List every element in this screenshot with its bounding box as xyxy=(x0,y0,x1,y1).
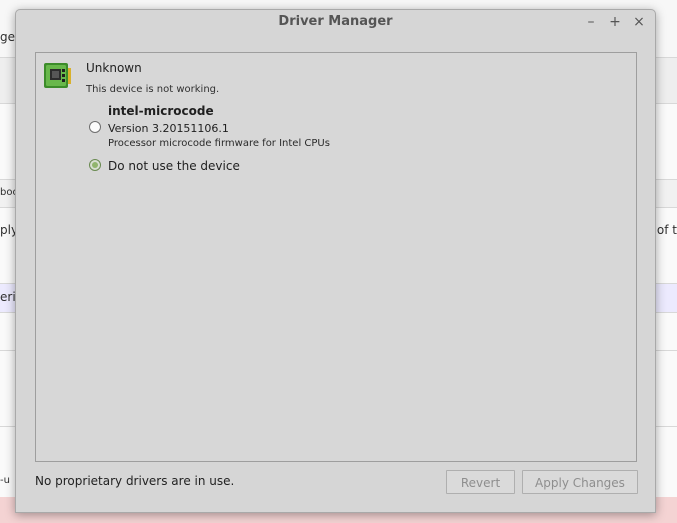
maximize-icon[interactable]: + xyxy=(607,13,623,31)
driver-name: intel-microcode xyxy=(108,104,214,118)
apply-changes-button[interactable]: Apply Changes xyxy=(522,470,638,494)
do-not-use-device-label[interactable]: Do not use the device xyxy=(108,159,240,173)
driver-status-text: No proprietary drivers are in use. xyxy=(35,474,235,488)
driver-description: Processor microcode firmware for Intel C… xyxy=(108,138,330,149)
device-name: Unknown xyxy=(86,61,142,75)
background-text: -u xyxy=(0,475,10,486)
background-text: of t xyxy=(656,223,677,237)
chip-icon xyxy=(44,63,71,88)
device-status: This device is not working. xyxy=(86,84,220,95)
driver-manager-dialog: Driver Manager – + × Unknown This device… xyxy=(15,9,656,513)
minimize-icon[interactable]: – xyxy=(583,13,599,31)
close-icon[interactable]: × xyxy=(631,13,647,31)
do-not-use-device-radio[interactable] xyxy=(89,159,101,171)
background-text: eri xyxy=(0,290,16,304)
device-panel: Unknown This device is not working. inte… xyxy=(35,52,637,462)
window-title: Driver Manager xyxy=(278,14,393,29)
revert-button[interactable]: Revert xyxy=(446,470,515,494)
title-bar: Driver Manager – + × xyxy=(16,10,655,37)
driver-version: Version 3.20151106.1 xyxy=(108,122,229,135)
driver-radio-intel-microcode[interactable] xyxy=(89,121,101,133)
